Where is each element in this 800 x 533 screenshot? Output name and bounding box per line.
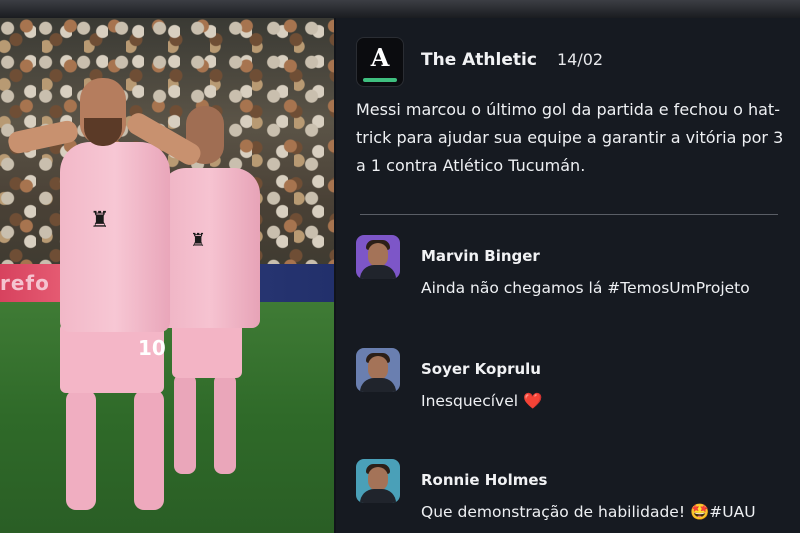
post-author[interactable]: The Athletic: [421, 50, 537, 70]
post-photo[interactable]: refo ♜ ♜ 10: [0, 18, 334, 533]
post-text: Messi marcou o último gol da partida e f…: [356, 100, 784, 175]
comment-item: Soyer Koprulu Inesquecível ❤️: [356, 348, 796, 428]
post-panel: A The Athletic 14/02 Messi marcou o últi…: [336, 18, 800, 533]
commenter-name[interactable]: Marvin Binger: [421, 247, 540, 265]
the-athletic-logo-icon[interactable]: A: [356, 37, 404, 87]
divider: [360, 214, 778, 215]
comment-text: Que demonstração de habilidade! 🤩#UAU: [421, 503, 756, 521]
avatar-marvin-binger[interactable]: [356, 235, 400, 279]
logo-letter: A: [370, 43, 390, 72]
monitor-bezel: [0, 0, 800, 18]
jersey-number: 10: [138, 336, 166, 360]
post-date: 14/02: [557, 50, 604, 69]
avatar-ronnie-holmes[interactable]: [356, 459, 400, 503]
commenter-name[interactable]: Soyer Koprulu: [421, 360, 541, 378]
comment-text: Ainda não chegamos lá #TemosUmProjeto: [421, 279, 750, 297]
comment-text: Inesquecível ❤️: [421, 392, 543, 410]
commenter-name[interactable]: Ronnie Holmes: [421, 471, 547, 489]
screen: refo ♜ ♜ 10 A The Athletic 14/02 Messi m…: [0, 0, 800, 533]
logo-accent-bar: [363, 78, 397, 82]
post-header: A The Athletic 14/02: [356, 37, 796, 87]
avatar-soyer-koprulu[interactable]: [356, 348, 400, 392]
comment-item: Ronnie Holmes Que demonstração de habili…: [356, 459, 796, 533]
comment-item: Marvin Binger Ainda não chegamos lá #Tem…: [356, 235, 796, 315]
pitch: [0, 302, 334, 533]
